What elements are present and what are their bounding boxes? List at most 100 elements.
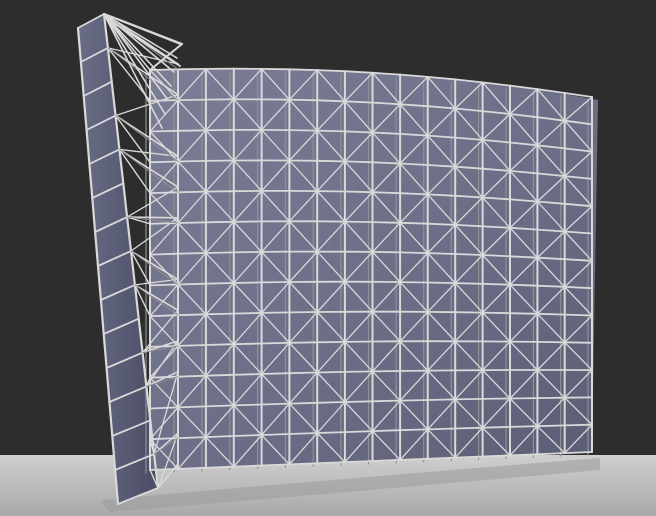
horizontal-chord (399, 192, 429, 196)
horizontal-chord (536, 284, 566, 288)
horizontal-chord (563, 423, 593, 427)
horizontal-chord (204, 312, 235, 316)
horizontal-chord (177, 221, 207, 224)
horizontal-chord (288, 98, 319, 102)
horizontal-chord (343, 190, 374, 194)
horizontal-chord (288, 129, 319, 132)
horizontal-chord (232, 373, 263, 376)
horizontal-chord (454, 426, 484, 430)
horizontal-chord (204, 343, 235, 346)
horizontal-chord (149, 160, 179, 164)
horizontal-chord (371, 161, 402, 165)
horizontal-chord (149, 222, 179, 225)
top-fan-strut (103, 13, 172, 87)
horizontal-chord (149, 437, 179, 441)
horizontal-chord (149, 406, 179, 410)
horizontal-chord (149, 99, 179, 102)
horizontal-chord (343, 400, 374, 403)
space-frame-render (0, 12, 656, 516)
horizontal-chord (399, 428, 429, 432)
horizontal-chord (371, 399, 402, 403)
horizontal-chord (343, 220, 374, 224)
horizontal-chord (343, 430, 374, 434)
horizontal-chord (177, 313, 207, 317)
horizontal-chord (399, 457, 429, 461)
horizontal-chord (288, 341, 319, 344)
horizontal-chord (177, 436, 207, 440)
horizontal-chord (177, 374, 207, 378)
horizontal-chord (316, 69, 346, 73)
horizontal-chord (204, 465, 235, 469)
horizontal-chord (536, 312, 566, 316)
horizontal-chord (204, 435, 235, 439)
horizontal-chord (232, 464, 263, 468)
horizontal-chord (371, 191, 402, 195)
horizontal-chord (426, 398, 457, 401)
horizontal-chord (454, 455, 484, 459)
horizontal-chord (232, 281, 263, 284)
horizontal-chord (204, 220, 235, 224)
horizontal-chord (260, 433, 291, 436)
horizontal-chord (288, 68, 319, 71)
horizontal-chord (177, 405, 207, 409)
horizontal-chord (149, 191, 179, 195)
horizontal-chord (343, 460, 374, 464)
horizontal-chord (177, 190, 207, 194)
horizontal-chord (260, 372, 291, 375)
horizontal-chord (371, 458, 402, 462)
horizontal-chord (316, 431, 346, 434)
horizontal-chord (509, 283, 539, 287)
horizontal-chord (426, 222, 457, 226)
horizontal-chord (260, 463, 291, 467)
horizontal-chord (260, 341, 291, 345)
horizontal-chord (563, 341, 593, 344)
horizontal-chord (288, 371, 319, 375)
horizontal-chord (371, 250, 402, 254)
horizontal-chord (343, 130, 374, 134)
horizontal-chord (177, 98, 207, 101)
render-viewport (0, 0, 656, 516)
horizontal-chord (343, 160, 374, 164)
horizontal-chord (204, 404, 235, 408)
horizontal-chord (481, 282, 511, 286)
horizontal-chord (426, 456, 457, 460)
horizontal-chord (454, 282, 484, 285)
horizontal-chord (204, 282, 235, 285)
horizontal-chord (509, 312, 539, 315)
horizontal-chord (509, 453, 539, 457)
horizontal-chord (260, 311, 291, 314)
horizontal-chord (288, 432, 319, 435)
horizontal-chord (204, 251, 235, 254)
horizontal-chord (316, 461, 346, 465)
horizontal-chord (149, 68, 179, 71)
horizontal-chord (149, 252, 179, 256)
horizontal-chord (232, 311, 263, 315)
horizontal-chord (563, 451, 593, 455)
horizontal-chord (399, 221, 429, 225)
horizontal-chord (454, 253, 484, 256)
horizontal-chord (232, 342, 263, 346)
horizontal-chord (399, 251, 429, 255)
horizontal-chord (536, 424, 566, 428)
horizontal-chord (177, 282, 207, 286)
horizontal-chord (260, 402, 291, 406)
horizontal-chord (371, 221, 402, 224)
horizontal-chord (316, 129, 346, 133)
horizontal-chord (426, 281, 457, 285)
horizontal-chord (316, 159, 346, 163)
horizontal-chord (426, 252, 457, 255)
horizontal-chord (481, 454, 511, 458)
horizontal-chord (316, 370, 346, 374)
horizontal-chord (316, 401, 346, 404)
horizontal-chord (232, 403, 263, 407)
horizontal-chord (288, 462, 319, 466)
horizontal-chord (481, 311, 511, 315)
horizontal-chord (563, 313, 593, 317)
horizontal-chord (204, 373, 235, 377)
horizontal-chord (177, 129, 207, 132)
horizontal-chord (371, 429, 402, 433)
main-wall-panel (150, 68, 598, 470)
horizontal-chord (536, 452, 566, 456)
horizontal-chord (343, 370, 374, 373)
horizontal-chord (288, 401, 319, 405)
